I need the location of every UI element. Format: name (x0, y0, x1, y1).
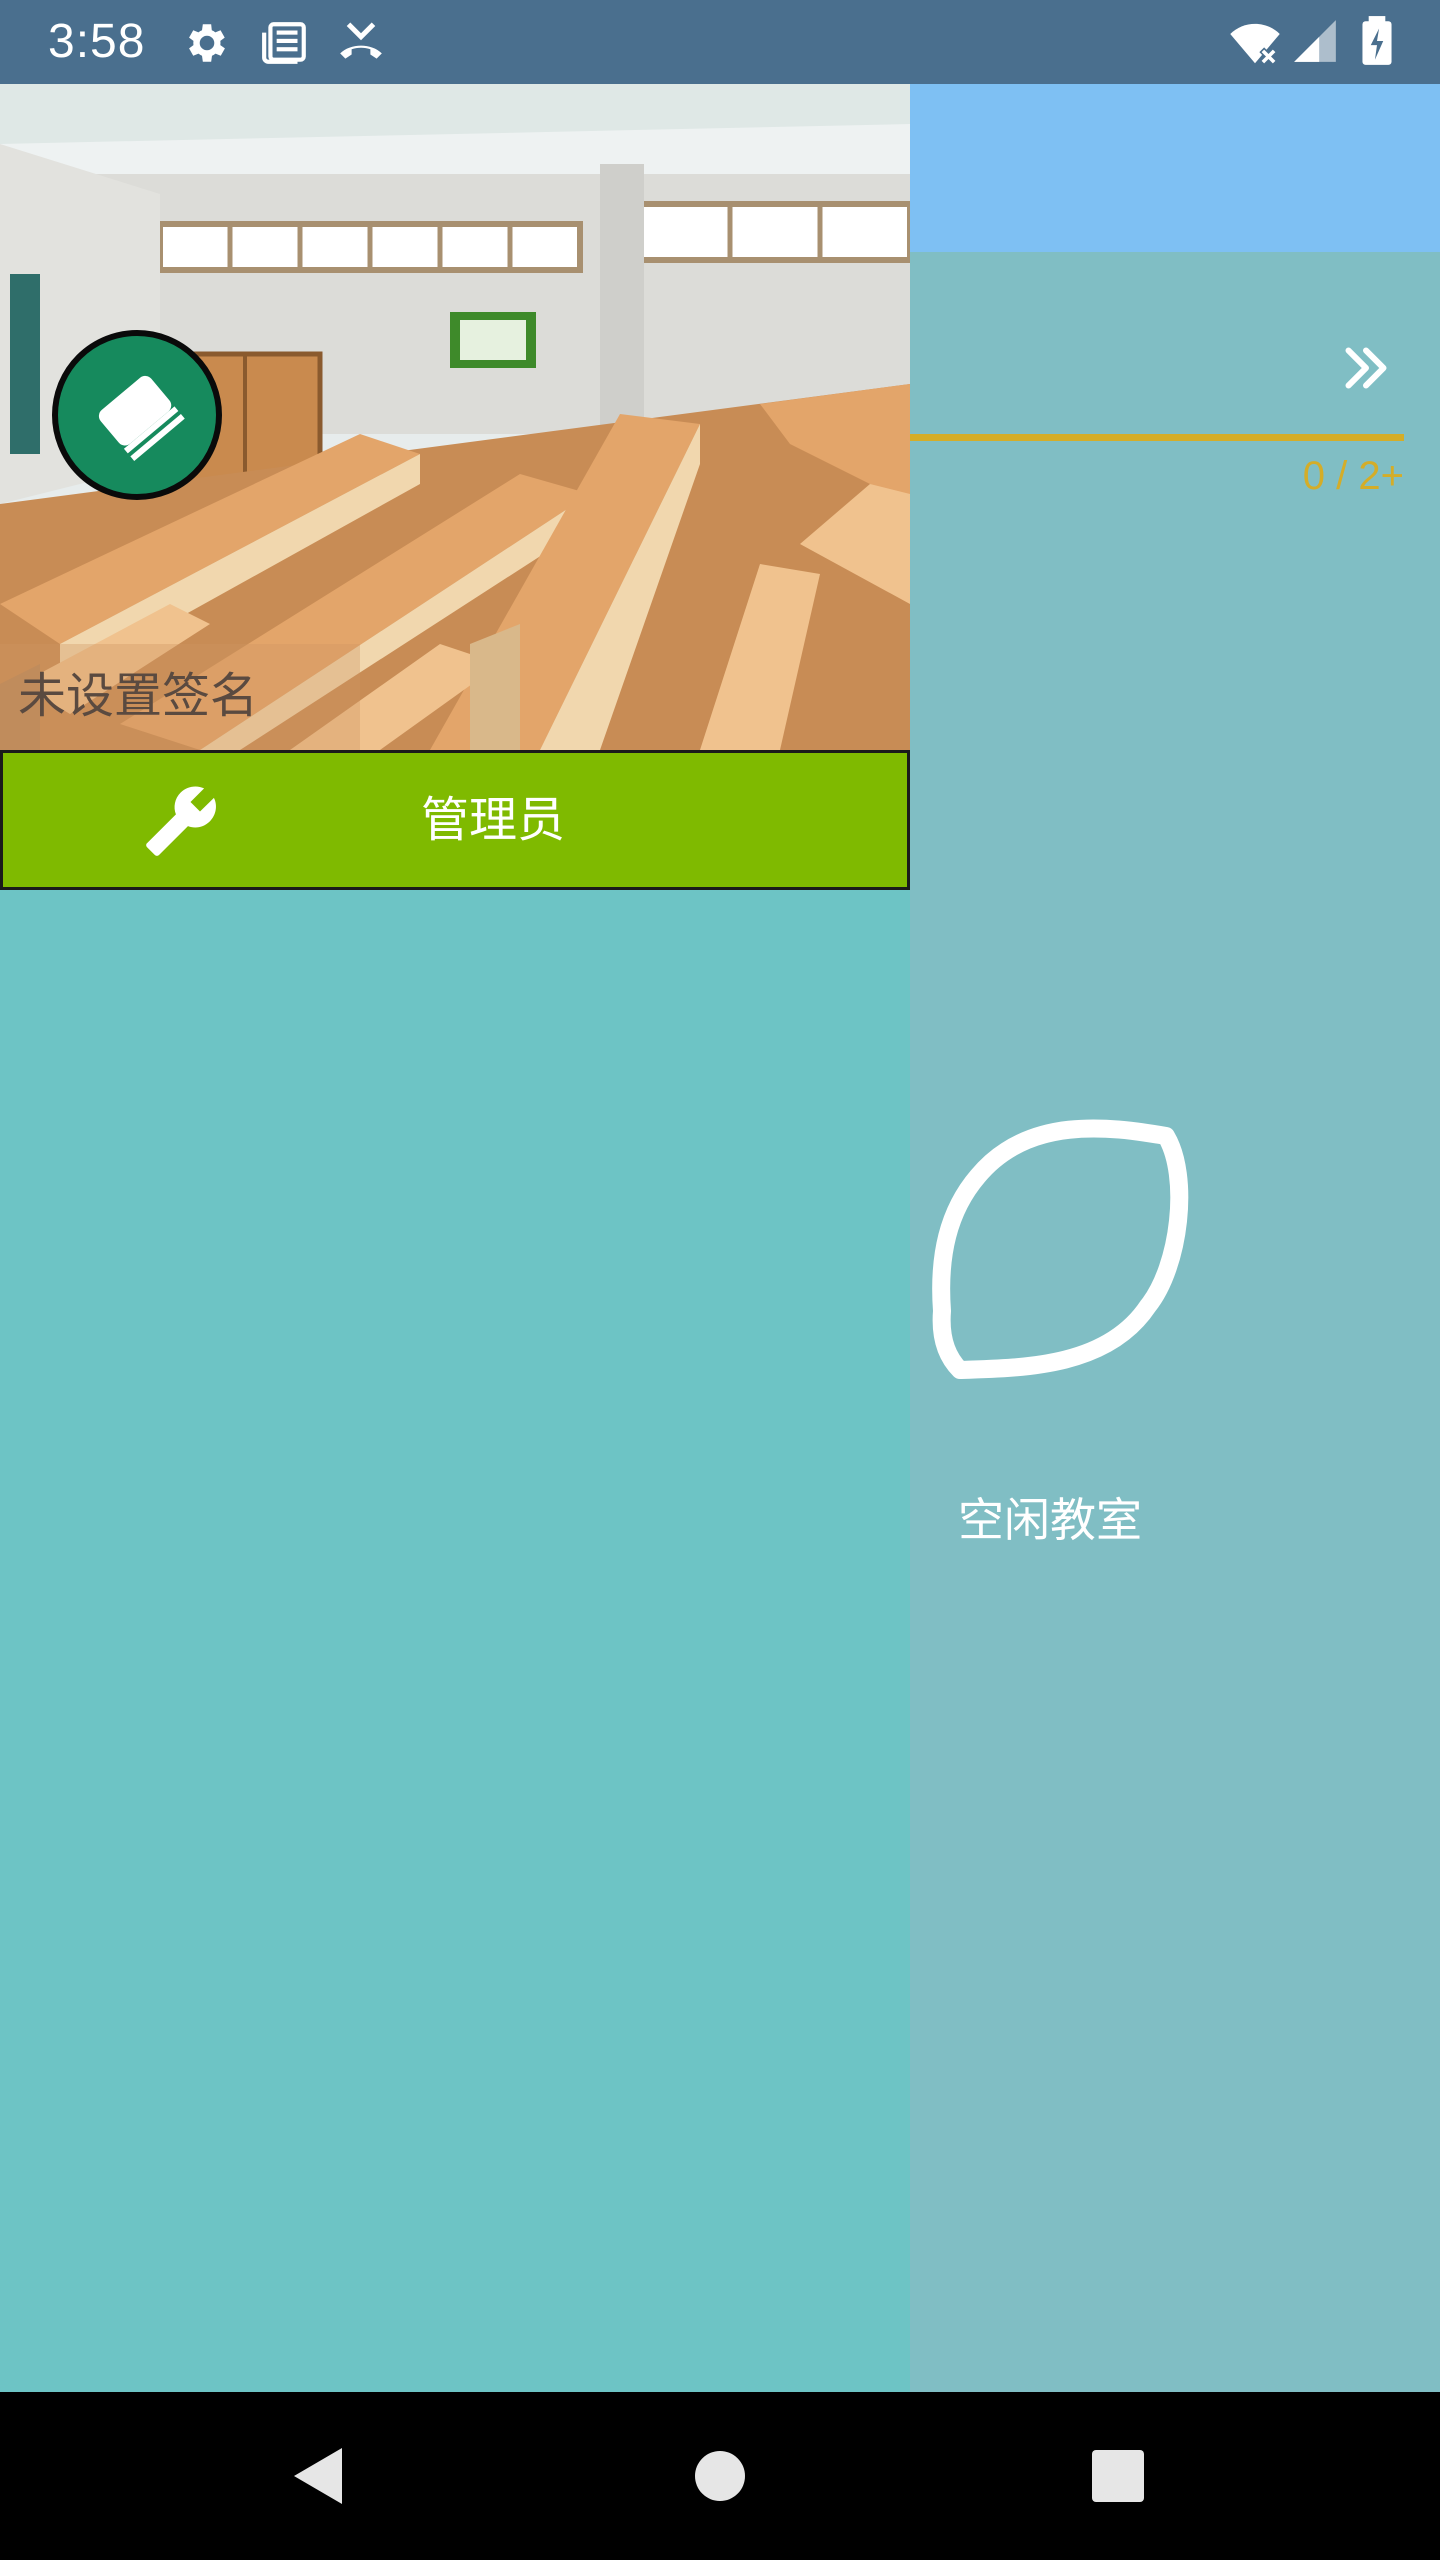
lemon-icon (918, 1106, 1208, 1396)
status-time: 3:58 (48, 15, 146, 68)
navigation-drawer: 未设置签名 管理员 (0, 84, 910, 2392)
signature-text[interactable]: 未设置签名 (18, 664, 258, 728)
admin-button-label: 管理员 (421, 792, 566, 848)
wrench-icon (143, 783, 219, 859)
progress-text: 0 / 2+ (1302, 454, 1404, 498)
status-bar: 3:58 (0, 0, 1440, 84)
wifi-off-icon (1228, 16, 1282, 74)
main-toolbar (910, 84, 1440, 252)
avatar[interactable] (52, 330, 222, 500)
empty-classroom-label: 空闲教室 (958, 1493, 1142, 1547)
eraser-icon (82, 358, 192, 472)
gear-icon (182, 18, 232, 72)
battery-charging-icon (1352, 14, 1402, 72)
news-icon (260, 18, 310, 72)
signal-icon (1290, 16, 1340, 70)
missed-call-icon (336, 18, 386, 72)
progress-line (910, 434, 1404, 441)
admin-button[interactable]: 管理员 (0, 750, 910, 890)
double-chevron-right-icon[interactable] (1336, 338, 1396, 398)
drawer-header: 未设置签名 (0, 84, 910, 750)
system-navigation-bar (0, 2392, 1440, 2560)
home-icon[interactable] (678, 2434, 762, 2518)
recents-icon[interactable] (1076, 2434, 1160, 2518)
back-icon[interactable] (276, 2434, 360, 2518)
